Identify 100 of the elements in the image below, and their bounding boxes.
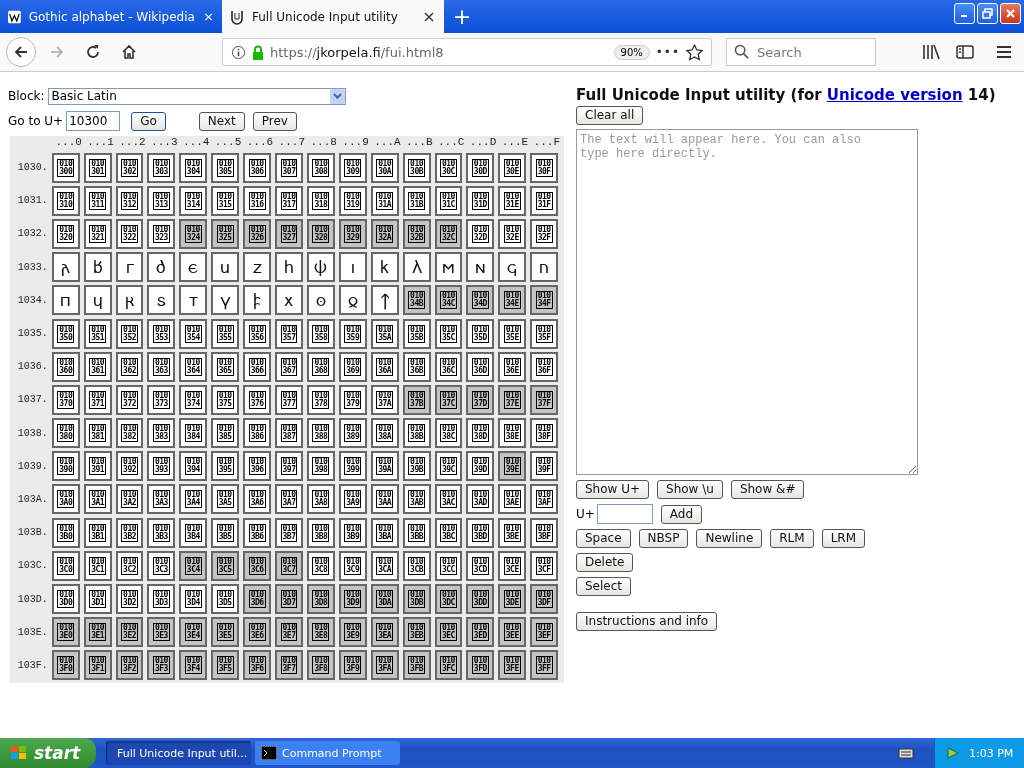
back-button[interactable] bbox=[6, 37, 36, 67]
character-cell[interactable]: 𐍀 bbox=[51, 285, 80, 316]
back-arrow-icon bbox=[13, 44, 29, 60]
restore-icon bbox=[982, 8, 993, 19]
star-icon[interactable] bbox=[686, 43, 703, 61]
character-cell[interactable]: 𐍇 bbox=[275, 285, 303, 316]
character-cell[interactable]: 𐍉 bbox=[338, 285, 367, 316]
character-cell[interactable]: 𐌸 bbox=[306, 252, 335, 283]
column-header: ...C bbox=[436, 136, 465, 150]
column-header: ...9 bbox=[341, 136, 369, 150]
insert-character-button[interactable]: Space bbox=[576, 529, 631, 548]
add-button[interactable]: Add bbox=[660, 504, 703, 524]
gothic-letter: 𐍉 bbox=[347, 290, 358, 311]
close-button[interactable] bbox=[1000, 3, 1021, 24]
show-format-button[interactable]: Show U+ bbox=[576, 480, 650, 499]
info-icon[interactable] bbox=[231, 44, 246, 60]
windows-flag-icon bbox=[10, 745, 28, 761]
character-cell[interactable]: 𐌶 bbox=[243, 252, 272, 283]
character-cell[interactable]: 𐍊 bbox=[370, 285, 399, 316]
row-header: 1036. bbox=[16, 361, 49, 373]
address-bar[interactable]: https://jkorpela.fi/fui.html8 90% ••• bbox=[222, 38, 712, 66]
sidebar-icon[interactable] bbox=[956, 44, 974, 60]
character-cell[interactable]: 𐌷 bbox=[275, 252, 303, 283]
column-header: ...5 bbox=[213, 136, 242, 150]
start-button[interactable]: start bbox=[0, 738, 96, 768]
block-label: Block: bbox=[8, 89, 45, 103]
reload-icon bbox=[85, 44, 101, 60]
select-button[interactable]: Select bbox=[576, 577, 632, 596]
insert-character-button[interactable]: RLM bbox=[770, 529, 814, 548]
insert-character-button[interactable]: LRM bbox=[821, 529, 866, 548]
insert-character-button[interactable]: NBSP bbox=[638, 529, 689, 548]
insert-character-button[interactable]: Newline bbox=[696, 529, 763, 548]
restore-button[interactable] bbox=[977, 3, 998, 24]
row-header: 103C. bbox=[16, 560, 49, 572]
prev-button[interactable]: Prev bbox=[252, 111, 297, 131]
column-header: ...1 bbox=[86, 136, 114, 150]
browser-tab[interactable]: Full Unicode Input utility bbox=[222, 0, 444, 33]
go-button[interactable]: Go bbox=[131, 111, 166, 131]
character-cell[interactable]: 𐍁 bbox=[83, 285, 112, 316]
character-cell[interactable]: 𐌵 bbox=[211, 252, 240, 283]
row-header: 103F. bbox=[16, 659, 49, 671]
show-format-button[interactable]: Show \u bbox=[657, 480, 723, 499]
clear-all-button[interactable]: Clear all bbox=[576, 106, 644, 125]
character-cell[interactable]: 𐍈 bbox=[306, 285, 335, 316]
gothic-letter: 𐍇 bbox=[284, 290, 294, 311]
character-cell[interactable]: 𐌴 bbox=[179, 252, 208, 283]
character-cell[interactable]: 𐌿 bbox=[530, 252, 559, 283]
character-cell[interactable]: 𐍆 bbox=[243, 285, 272, 316]
gothic-letter: 𐌺 bbox=[380, 257, 390, 278]
taskbar-button[interactable]: Full Unicode Input util... bbox=[106, 741, 251, 765]
character-cell[interactable]: 𐌲 bbox=[115, 252, 144, 283]
zoom-badge[interactable]: 90% bbox=[613, 44, 650, 60]
character-cell[interactable]: 𐍄 bbox=[179, 285, 208, 316]
column-header: ...F bbox=[532, 136, 560, 150]
search-field[interactable]: Search bbox=[726, 38, 876, 66]
character-cell[interactable]: 𐌱 bbox=[83, 252, 112, 283]
keyboard-icon[interactable] bbox=[898, 747, 914, 759]
row-header: 103B. bbox=[16, 527, 49, 539]
character-cell[interactable]: 𐌳 bbox=[147, 252, 176, 283]
code-input-field[interactable] bbox=[596, 504, 653, 524]
output-text-area[interactable]: The text will appear here. You can also type here directly. bbox=[576, 129, 918, 475]
minimize-button[interactable] bbox=[954, 3, 975, 24]
browser-tab[interactable]: Gothic alphabet - Wikipedia bbox=[0, 0, 222, 33]
character-cell[interactable]: 𐌽 bbox=[466, 252, 495, 283]
lock-icon bbox=[252, 44, 264, 60]
character-cell[interactable]: 𐌻 bbox=[402, 252, 431, 283]
new-tab-button[interactable]: + bbox=[444, 0, 480, 33]
block-dropdown[interactable]: Basic Latin bbox=[47, 87, 346, 105]
gothic-letter: 𐌼 bbox=[441, 257, 455, 278]
gothic-letter: 𐍈 bbox=[315, 290, 326, 311]
column-header: ...0 bbox=[54, 136, 82, 150]
gothic-letter: 𐌴 bbox=[188, 257, 199, 278]
character-cell[interactable]: 𐍂 bbox=[115, 285, 144, 316]
library-icon[interactable] bbox=[922, 44, 940, 60]
character-cell[interactable]: 𐌺 bbox=[370, 252, 399, 283]
delete-button[interactable]: Delete bbox=[576, 553, 634, 572]
character-cell[interactable]: 𐍅 bbox=[211, 285, 240, 316]
taskbar-button[interactable]: Command Prompt bbox=[255, 741, 400, 765]
character-cell[interactable]: 𐌼 bbox=[434, 252, 463, 283]
gothic-letter: 𐍃 bbox=[156, 290, 166, 311]
show-format-button[interactable]: Show &# bbox=[730, 480, 805, 499]
page-actions-button[interactable]: ••• bbox=[655, 45, 680, 59]
gothic-letter: 𐌰 bbox=[61, 257, 71, 278]
unicode-version-link[interactable]: Unicode version bbox=[826, 86, 963, 104]
column-header: ...7 bbox=[277, 136, 305, 150]
column-header: ...D bbox=[468, 136, 497, 150]
character-cell[interactable]: 𐌹 bbox=[338, 252, 367, 283]
character-cell[interactable]: 𐍃 bbox=[147, 285, 176, 316]
gothic-letter: 𐍀 bbox=[60, 290, 72, 311]
character-cell[interactable]: 𐌰 bbox=[51, 252, 80, 283]
gothic-letter: 𐌶 bbox=[252, 257, 262, 278]
next-button[interactable]: Next bbox=[198, 111, 245, 131]
menu-icon[interactable] bbox=[996, 44, 1012, 60]
gothic-letter: 𐌸 bbox=[314, 257, 328, 278]
column-header: ...8 bbox=[309, 136, 337, 150]
row-header: 1030. bbox=[16, 162, 49, 174]
character-cell[interactable]: 𐌾 bbox=[498, 252, 527, 283]
forward-arrow-icon bbox=[49, 44, 65, 60]
instructions-button[interactable]: Instructions and info bbox=[576, 612, 718, 631]
code-point-field[interactable]: 10300 bbox=[66, 111, 121, 131]
